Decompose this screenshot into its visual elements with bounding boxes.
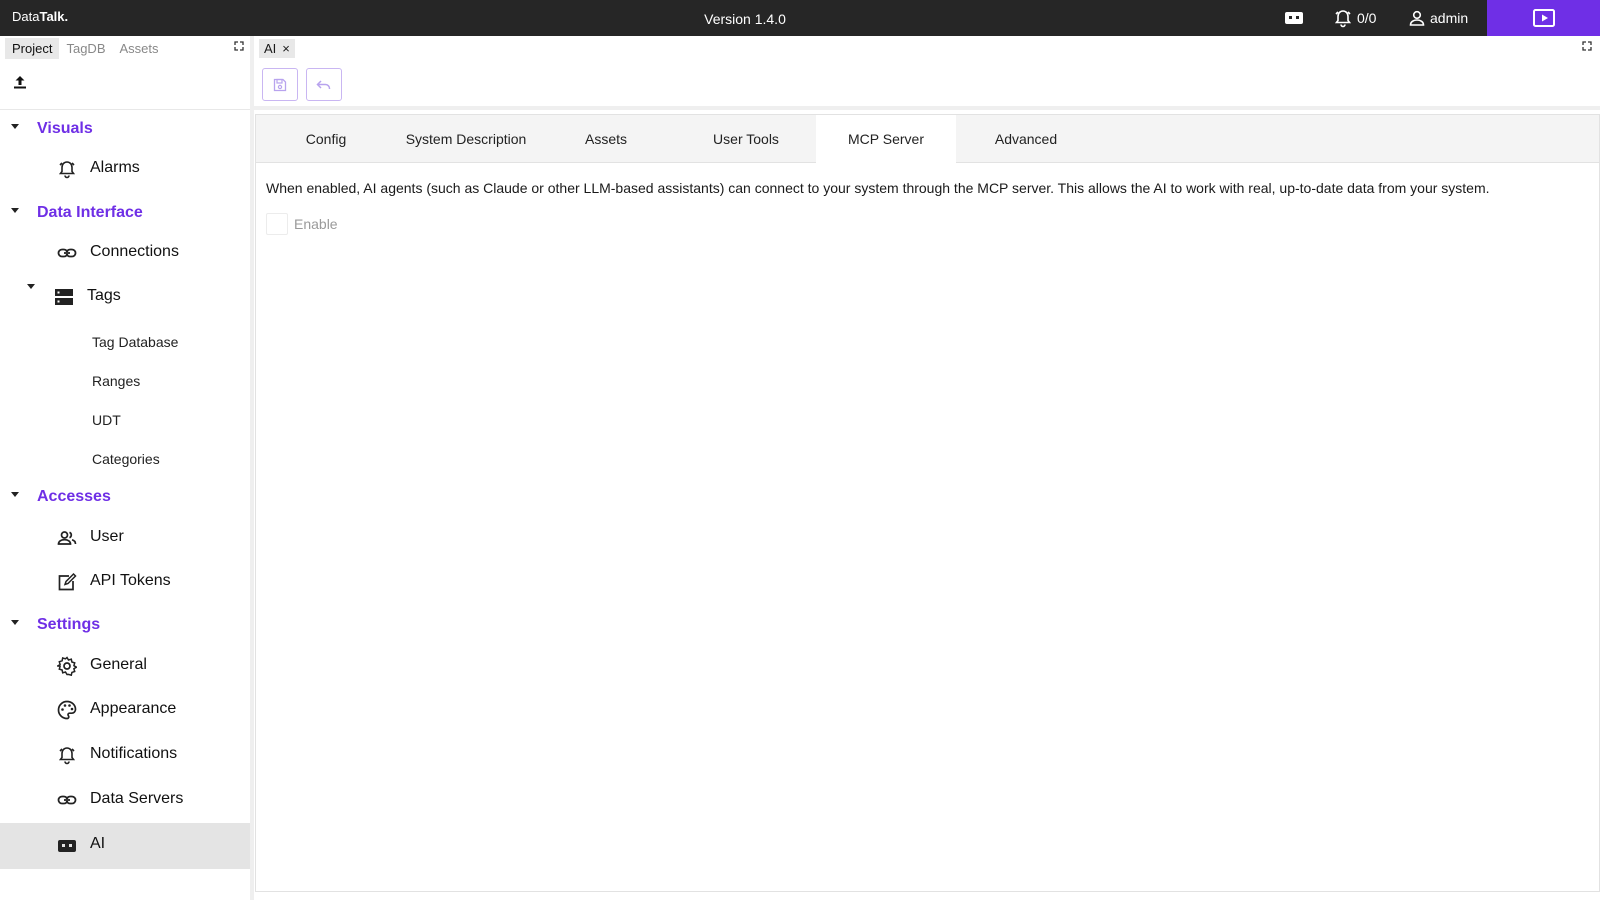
user-menu[interactable]: admin [1408,0,1468,36]
ai-settings-panel: Config System Description Assets User To… [255,114,1600,892]
sidebar-item-general[interactable]: General [0,645,250,687]
tab-mcp-server[interactable]: MCP Server [816,115,956,163]
link-icon [57,795,77,805]
section-data-interface[interactable]: Data Interface [0,200,250,228]
sidebar-item-connections[interactable]: Connections [0,232,250,274]
doc-tab-ai[interactable]: AI × [259,39,295,58]
tab-system-description[interactable]: System Description [396,115,536,163]
play-screen-icon [1532,9,1555,27]
alarm-count: 0/0 [1357,10,1377,26]
sidebar-item-appearance[interactable]: Appearance [0,689,250,731]
sidebar-item-label: General [90,656,147,673]
alarm-bell-icon [1334,10,1352,28]
undo-icon [316,79,331,89]
sidebar-item-data-servers[interactable]: Data Servers [0,779,250,821]
enable-checkbox[interactable] [266,213,288,235]
tab-project[interactable]: Project [5,37,60,59]
collapse-arrow-icon [11,208,19,213]
token-edit-icon [58,572,77,591]
user-icon [1409,10,1425,26]
server-icon [55,289,73,305]
section-label: Visuals [37,120,93,137]
sidebar-subitem-ranges[interactable]: Ranges [0,363,250,399]
section-label: Accesses [37,488,111,505]
collapse-arrow-icon [11,492,19,497]
alarms-indicator[interactable]: 0/0 [1333,0,1376,36]
sidebar-subitem-label: Categories [92,451,160,467]
collapse-arrow-icon [27,284,35,289]
sidebar-subitem-categories[interactable]: Categories [0,441,250,477]
users-icon [57,531,77,545]
sidebar-item-label: Notifications [90,745,178,762]
expand-icon[interactable] [1582,41,1592,51]
robot-icon [1285,12,1303,24]
tab-assets[interactable]: Assets [536,115,676,163]
sidebar-subitem-label: Tag Database [92,334,179,350]
document-tabs: AI × [254,36,1600,60]
section-accesses[interactable]: Accesses [0,484,250,512]
sidebar-subitem-label: Ranges [92,373,141,389]
sidebar-subitem-label: UDT [92,412,121,428]
tab-assets[interactable]: Assets [113,38,166,59]
ai-chat-button[interactable] [1284,0,1304,36]
save-icon [273,78,287,91]
sidebar-item-label: Appearance [90,700,177,717]
link-icon [57,248,77,258]
robot-icon [58,840,76,852]
tab-advanced[interactable]: Advanced [956,115,1096,163]
sidebar-item-label: Data Servers [90,790,184,807]
run-view-button[interactable] [1487,0,1600,36]
collapse-arrow-icon [11,620,19,625]
section-label: Settings [37,616,101,633]
sidebar-item-label: AI [90,835,106,852]
panel-splitter[interactable] [250,36,254,900]
sidebar-item-user[interactable]: User [0,517,250,559]
section-visuals[interactable]: Visuals [0,116,250,144]
editor-toolbar [254,60,1600,110]
sidebar-item-label: User [90,528,124,545]
doc-tab-label: AI [264,41,277,56]
project-toolbar [0,60,250,110]
sidebar-item-notifications[interactable]: Notifications [0,734,250,776]
top-bar: DataTalk. Version 1.4.0 0/0 admin [0,0,1600,36]
enable-label: Enable [294,216,338,232]
sidebar-item-label: API Tokens [90,572,171,589]
section-settings[interactable]: Settings [0,612,250,640]
sidebar-subitem-udt[interactable]: UDT [0,402,250,438]
alarm-bell-icon [58,747,76,765]
sidebar-item-api-tokens[interactable]: API Tokens [0,561,250,603]
save-button[interactable] [262,68,298,101]
sidebar-item-label: Tags [87,287,121,304]
section-label: Data Interface [37,204,143,221]
alarm-bell-icon [58,161,76,179]
user-name: admin [1430,10,1469,26]
upload-icon[interactable] [12,74,28,90]
expand-icon[interactable] [234,41,244,51]
tab-tagdb[interactable]: TagDB [59,38,112,59]
sidebar-item-ai[interactable]: AI [0,823,250,869]
mcp-description: When enabled, AI agents (such as Claude … [266,180,1490,196]
tab-user-tools[interactable]: User Tools [676,115,816,163]
sidebar-subitem-tag-database[interactable]: Tag Database [0,324,250,360]
settings-tabstrip: Config System Description Assets User To… [256,115,1599,163]
close-icon[interactable]: × [282,41,290,56]
undo-button[interactable] [306,68,342,101]
palette-icon [57,700,77,720]
tab-config[interactable]: Config [256,115,396,163]
collapse-arrow-icon [11,124,19,129]
sidebar-item-alarms[interactable]: Alarms [0,148,250,190]
left-panel-tabs: Project TagDB Assets [0,36,250,60]
enable-toggle[interactable]: Enable [266,213,338,235]
version-label: Version 1.4.0 [704,11,786,27]
sidebar-item-tags[interactable]: Tags [0,276,250,318]
gear-icon [57,656,77,676]
sidebar-item-label: Connections [90,243,179,260]
sidebar-item-label: Alarms [90,159,140,176]
